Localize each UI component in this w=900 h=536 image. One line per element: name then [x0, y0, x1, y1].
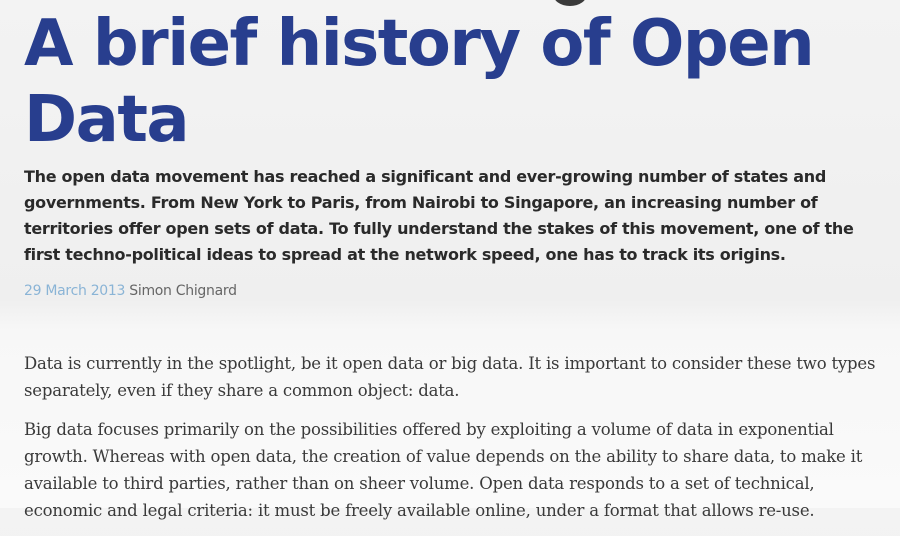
article-date-link[interactable]: 29 March 2013 — [24, 283, 125, 299]
article-body: Data is currently in the spotlight, be i… — [24, 350, 884, 536]
article: A brief history of Open Data The open da… — [0, 0, 900, 520]
article-author: Simon Chignard — [129, 283, 237, 299]
article-meta: 29 March 2013 Simon Chignard — [24, 282, 237, 300]
article-title: A brief history of Open Data — [24, 7, 815, 157]
body-paragraph-1: Data is currently in the spotlight, be i… — [24, 354, 876, 400]
article-lead: The open data movement has reached a sig… — [24, 167, 854, 264]
